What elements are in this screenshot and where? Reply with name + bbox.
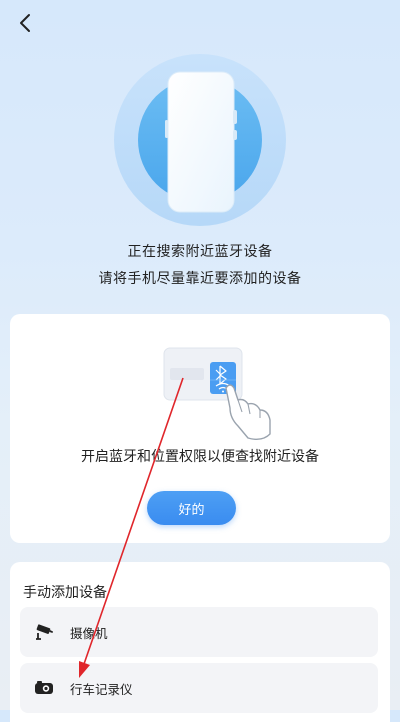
device-item-dashcam[interactable]: 行车记录仪 xyxy=(20,663,378,713)
back-button[interactable] xyxy=(10,8,40,38)
ok-button[interactable]: 好的 xyxy=(147,491,236,525)
manual-add-title: 手动添加设备 xyxy=(23,585,107,601)
permission-card: 开启蓝牙和位置权限以便查找附近设备 好的 xyxy=(10,314,390,543)
searching-hint-text: 请将手机尽量靠近要添加的设备 xyxy=(98,271,302,287)
permission-illustration xyxy=(163,347,271,441)
chevron-left-icon xyxy=(20,14,30,32)
security-camera-icon xyxy=(34,622,54,642)
searching-status-text: 正在搜索附近蓝牙设备 xyxy=(127,244,273,260)
device-item-label: 行车记录仪 xyxy=(70,681,133,697)
manual-add-card: 手动添加设备 摄像机 行车记录仪 xyxy=(10,562,390,722)
permission-text: 开启蓝牙和位置权限以便查找附近设备 xyxy=(81,449,319,465)
device-item-camera[interactable]: 摄像机 xyxy=(20,607,378,657)
dashcam-icon xyxy=(34,678,54,698)
device-item-label: 摄像机 xyxy=(70,625,108,641)
searching-phone-illustration xyxy=(114,54,286,226)
